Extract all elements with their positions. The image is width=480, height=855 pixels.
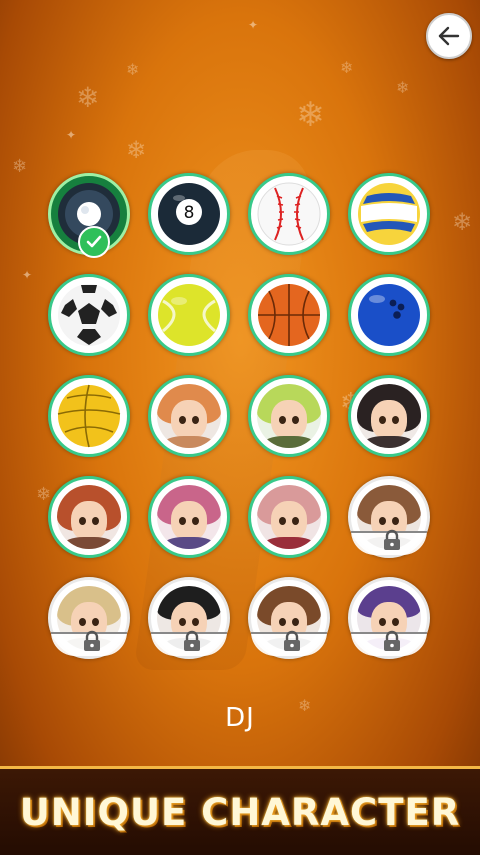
character-grid: 8 xyxy=(48,173,432,659)
avatar-pink-spiky-hair-icon xyxy=(257,485,321,549)
baseball-icon xyxy=(257,182,321,246)
banner-title: UNIQUE CHARACTER xyxy=(19,790,461,834)
character-avatar-3[interactable] xyxy=(348,375,430,457)
character-avatar-4[interactable] xyxy=(48,476,130,558)
snowflake-icon: ❄ xyxy=(76,81,100,114)
yellow-volleyball-icon xyxy=(57,384,121,448)
character-soccer-ball[interactable] xyxy=(48,274,130,356)
bowling-ball-icon xyxy=(358,284,420,346)
character-avatar-7-locked[interactable] xyxy=(348,476,430,558)
lock-icon xyxy=(384,529,400,550)
character-tennis-ball[interactable] xyxy=(148,274,230,356)
character-bowling-ball[interactable] xyxy=(348,274,430,356)
arrow-left-icon xyxy=(438,26,460,46)
svg-text:8: 8 xyxy=(184,203,195,223)
character-avatar-1[interactable] xyxy=(148,375,230,457)
avatar-red-hair-icon xyxy=(57,485,121,549)
character-avatar-2[interactable] xyxy=(248,375,330,457)
snowflake-icon: ❄ xyxy=(296,95,325,135)
snowflake-icon: ❄ xyxy=(12,156,28,177)
volleyball-icon xyxy=(358,183,420,245)
character-avatar-10-locked[interactable] xyxy=(248,577,330,659)
avatar-black-hair-icon xyxy=(357,384,421,448)
character-avatar-5[interactable] xyxy=(148,476,230,558)
sparkle-icon: ✦ xyxy=(22,268,33,282)
avatar-orange-hair-icon xyxy=(157,384,221,448)
character-dj[interactable] xyxy=(48,173,130,258)
promo-banner: UNIQUE CHARACTER xyxy=(0,766,480,855)
avatar-green-hair-icon xyxy=(257,384,321,448)
selected-check-icon xyxy=(78,226,110,258)
tennis-ball-icon xyxy=(158,284,220,346)
snowflake-icon: ❄ xyxy=(126,136,147,164)
character-avatar-11-locked[interactable] xyxy=(348,577,430,659)
character-volleyball[interactable] xyxy=(348,173,430,255)
character-avatar-9-locked[interactable] xyxy=(148,577,230,659)
snowflake-icon: ❄ xyxy=(340,58,354,77)
lock-icon xyxy=(384,630,400,651)
soccer-ball-icon xyxy=(58,284,120,346)
snowflake-icon: ❄ xyxy=(396,78,410,97)
character-baseball[interactable] xyxy=(248,173,330,255)
snowflake-icon: ❄ xyxy=(126,60,140,79)
character-yellow-volleyball[interactable] xyxy=(48,375,130,457)
character-avatar-6[interactable] xyxy=(248,476,330,558)
selected-character-name: DJ xyxy=(225,703,255,733)
snowflake-icon: ❄ xyxy=(452,208,473,236)
character-8-ball[interactable]: 8 xyxy=(148,173,230,255)
avatar-pink-hair-icon xyxy=(157,485,221,549)
back-button[interactable] xyxy=(426,13,472,59)
sparkle-icon: ✦ xyxy=(66,128,77,142)
sparkle-icon: ✦ xyxy=(248,18,259,32)
basketball-icon xyxy=(258,284,320,346)
character-basketball[interactable] xyxy=(248,274,330,356)
character-avatar-8-locked[interactable] xyxy=(48,577,130,659)
lock-icon xyxy=(84,630,100,651)
lock-icon xyxy=(184,630,200,651)
lock-icon xyxy=(284,630,300,651)
billiard-8-ball-icon: 8 xyxy=(158,183,220,245)
